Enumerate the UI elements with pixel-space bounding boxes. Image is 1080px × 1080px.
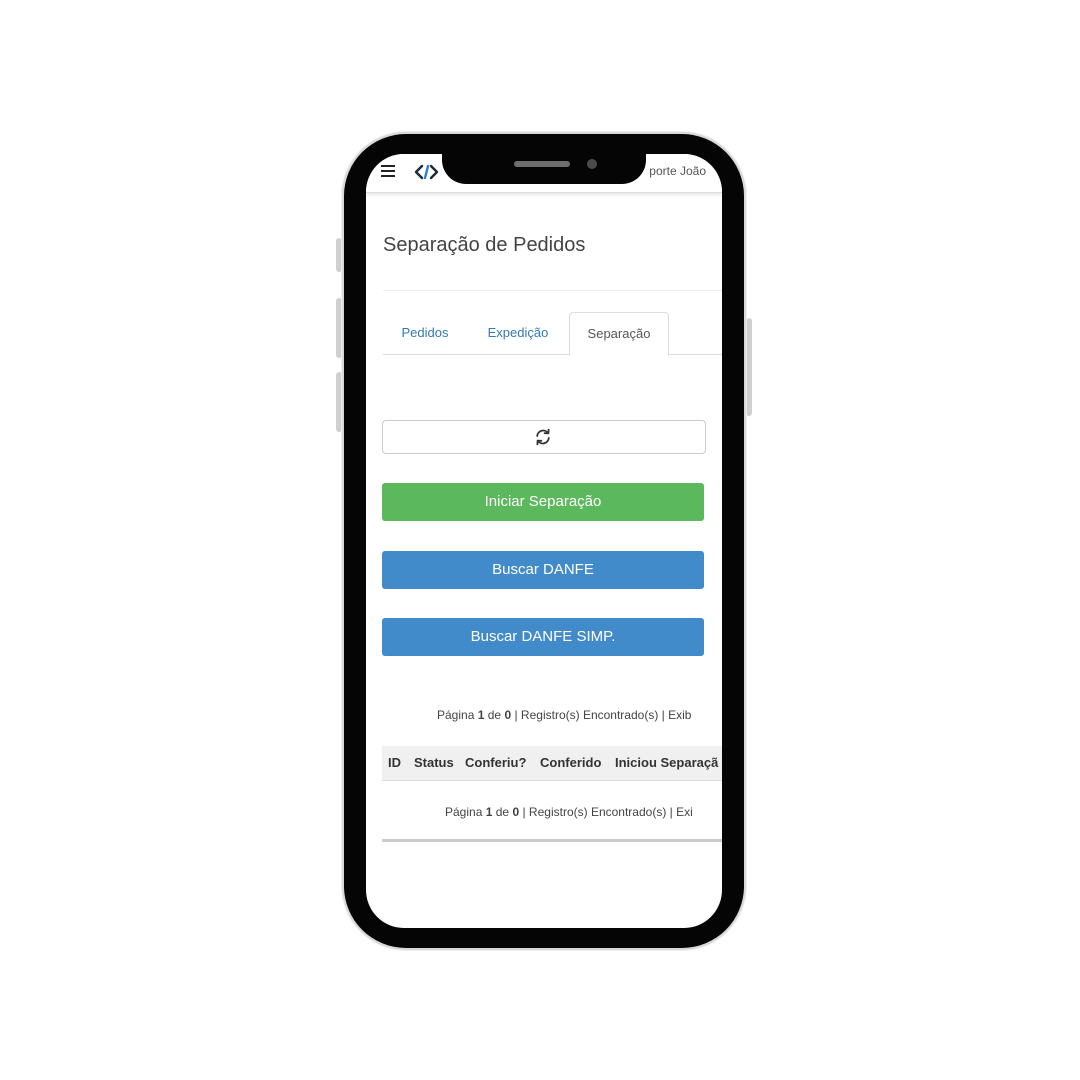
pagination-current-page: 1 xyxy=(485,805,493,819)
table-bottom-border xyxy=(382,839,722,842)
front-camera xyxy=(587,159,597,169)
pagination-info-bottom: Página 1 de 0 | Registro(s) Encontrado(s… xyxy=(445,805,693,819)
search-danfe-simp-button[interactable]: Buscar DANFE SIMP. xyxy=(382,618,704,656)
refresh-button[interactable] xyxy=(382,420,706,454)
speaker-grille xyxy=(514,161,570,167)
pagination-page-label: Página xyxy=(445,805,483,819)
column-header-iniciou-separacao[interactable]: Iniciou Separaçã xyxy=(615,746,718,780)
hamburger-menu-icon[interactable] xyxy=(381,165,395,177)
pagination-of-label: de xyxy=(487,708,502,722)
tab-expedicao[interactable]: Expedição xyxy=(469,312,567,354)
volume-down-button xyxy=(336,372,342,432)
power-button xyxy=(746,318,752,416)
refresh-icon xyxy=(536,428,550,446)
search-danfe-button[interactable]: Buscar DANFE xyxy=(382,551,704,589)
tab-pedidos[interactable]: Pedidos xyxy=(383,312,467,354)
volume-up-button xyxy=(336,298,342,358)
pagination-total-pages: 0 xyxy=(504,708,512,722)
start-separation-button[interactable]: Iniciar Separação xyxy=(382,483,704,521)
page-title: Separação de Pedidos xyxy=(383,234,586,256)
pagination-of-label: de xyxy=(495,805,510,819)
phone-notch xyxy=(442,134,646,184)
pagination-records-text: | Registro(s) Encontrado(s) | Exib xyxy=(514,708,692,722)
pagination-info-top: Página 1 de 0 | Registro(s) Encontrado(s… xyxy=(437,708,691,722)
user-menu[interactable]: porte João xyxy=(649,164,706,178)
column-header-id[interactable]: ID xyxy=(388,746,401,780)
pagination-page-label: Página xyxy=(437,708,475,722)
phone-screen: porte João Separação de Pedidos Pedidos … xyxy=(366,154,722,928)
pagination-current-page: 1 xyxy=(477,708,485,722)
pagination-total-pages: 0 xyxy=(512,805,520,819)
tab-separacao[interactable]: Separação xyxy=(569,312,669,356)
column-header-conferiu[interactable]: Conferiu? xyxy=(465,746,526,780)
code-brackets-icon[interactable] xyxy=(414,162,440,182)
pagination-records-text: | Registro(s) Encontrado(s) | Exi xyxy=(522,805,693,819)
table-header: ID Status Conferiu? Conferido Iniciou Se… xyxy=(382,746,722,781)
section-divider xyxy=(383,290,722,291)
silent-switch xyxy=(336,238,342,272)
column-header-conferido[interactable]: Conferido xyxy=(540,746,601,780)
tab-bar: Pedidos Expedição Separação xyxy=(383,312,722,356)
column-header-status[interactable]: Status xyxy=(414,746,454,780)
